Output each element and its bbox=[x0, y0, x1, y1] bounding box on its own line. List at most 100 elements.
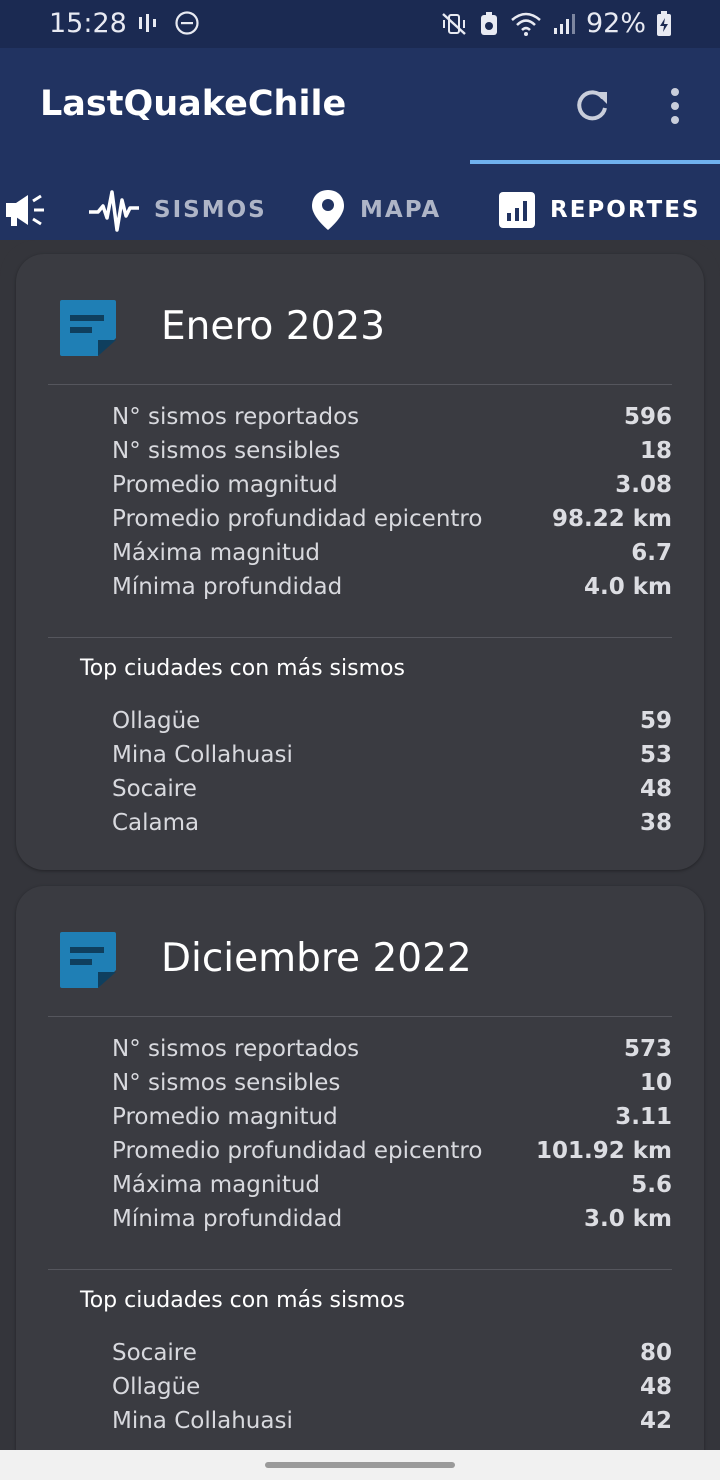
battery-percent: 92% bbox=[585, 8, 646, 39]
city-count: 48 bbox=[639, 1374, 672, 1400]
city-row: Ollagüe 59 bbox=[112, 706, 672, 740]
data-saver-icon bbox=[480, 11, 497, 35]
report-title: Diciembre 2022 bbox=[161, 936, 472, 981]
stats-list: N° sismos reportados 573 N° sismos sensib… bbox=[112, 1034, 672, 1238]
stat-row: N° sismos sensibles 10 bbox=[112, 1068, 672, 1102]
signal-icon bbox=[553, 13, 575, 34]
stat-label: N° sismos sensibles bbox=[112, 1070, 341, 1096]
stat-value: 98.22 km bbox=[551, 506, 672, 532]
home-gesture-handle[interactable] bbox=[265, 1462, 455, 1468]
stat-value: 10 bbox=[639, 1070, 672, 1096]
stat-value: 596 bbox=[623, 404, 672, 430]
stat-value: 3.11 bbox=[615, 1104, 672, 1130]
seismograph-icon bbox=[89, 190, 139, 232]
city-count: 59 bbox=[639, 708, 672, 734]
stat-label: N° sismos reportados bbox=[112, 404, 360, 430]
stat-label: Mínima profundidad bbox=[112, 1206, 343, 1232]
stat-value: 101.92 km bbox=[535, 1138, 672, 1164]
stat-value: 5.6 bbox=[631, 1172, 672, 1198]
megaphone-icon bbox=[6, 194, 44, 226]
map-pin-icon bbox=[312, 190, 344, 230]
active-tab-indicator bbox=[470, 160, 720, 164]
city-name: Mina Collahuasi bbox=[112, 1408, 293, 1434]
divider bbox=[48, 637, 672, 638]
app-bar: LastQuakeChile SISMOS MAPA REPORTES bbox=[0, 48, 720, 240]
tab-alerts[interactable] bbox=[4, 186, 48, 234]
stat-label: Promedio magnitud bbox=[112, 472, 338, 498]
city-count: 42 bbox=[639, 1408, 672, 1434]
refresh-button[interactable] bbox=[570, 84, 614, 128]
app-title: LastQuakeChile bbox=[40, 84, 347, 124]
stat-row: N° sismos reportados 596 bbox=[112, 402, 672, 436]
stats-list: N° sismos reportados 596 N° sismos sensib… bbox=[112, 402, 672, 606]
top-cities-title: Top ciudades con más sismos bbox=[80, 1288, 405, 1313]
stat-label: Mínima profundidad bbox=[112, 574, 343, 600]
city-name: Ollagüe bbox=[112, 1374, 201, 1400]
stat-row: Promedio magnitud 3.11 bbox=[112, 1102, 672, 1136]
city-row: Socaire 80 bbox=[112, 1338, 672, 1372]
stat-row: Promedio magnitud 3.08 bbox=[112, 470, 672, 504]
stat-value: 6.7 bbox=[631, 540, 672, 566]
city-count: 38 bbox=[639, 810, 672, 836]
top-cities-list: Socaire 80 Ollagüe 48 Mina Collahuasi 42 bbox=[112, 1338, 672, 1440]
stat-value: 573 bbox=[623, 1036, 672, 1062]
stat-label: Promedio magnitud bbox=[112, 1104, 338, 1130]
tab-sismos[interactable]: SISMOS bbox=[88, 186, 267, 234]
city-count: 48 bbox=[639, 776, 672, 802]
city-row: Mina Collahuasi 42 bbox=[112, 1406, 672, 1440]
stat-row: N° sismos reportados 573 bbox=[112, 1034, 672, 1068]
report-card[interactable]: Enero 2023 N° sismos reportados 596 N° si… bbox=[16, 254, 704, 870]
stat-row: Máxima magnitud 5.6 bbox=[112, 1170, 672, 1204]
status-time: 15:28 bbox=[49, 8, 127, 39]
status-bar: 15:28 92% bbox=[0, 0, 720, 48]
report-card[interactable]: Diciembre 2022 N° sismos reportados 573 N… bbox=[16, 886, 704, 1450]
stat-label: Promedio profundidad epicentro bbox=[112, 1138, 483, 1164]
wifi-icon bbox=[511, 12, 541, 36]
city-name: Mina Collahuasi bbox=[112, 742, 293, 768]
stat-row: Máxima magnitud 6.7 bbox=[112, 538, 672, 572]
battery-charging-icon bbox=[657, 10, 671, 36]
stat-label: N° sismos reportados bbox=[112, 1036, 360, 1062]
divider bbox=[48, 384, 672, 385]
reports-list[interactable]: Enero 2023 N° sismos reportados 596 N° si… bbox=[0, 240, 720, 1450]
stat-label: Máxima magnitud bbox=[112, 540, 321, 566]
city-name: Socaire bbox=[112, 1340, 197, 1366]
stat-value: 3.08 bbox=[615, 472, 672, 498]
city-row: Socaire 48 bbox=[112, 774, 672, 808]
city-count: 53 bbox=[639, 742, 672, 768]
top-cities-list: Ollagüe 59 Mina Collahuasi 53 Socaire 48 Ca… bbox=[112, 706, 672, 842]
stat-row: Mínima profundidad 3.0 km bbox=[112, 1204, 672, 1238]
do-not-disturb-icon bbox=[175, 11, 199, 35]
tab-reportes[interactable]: REPORTES bbox=[498, 186, 700, 234]
city-row: Mina Collahuasi 53 bbox=[112, 740, 672, 774]
overflow-menu-button[interactable] bbox=[660, 84, 690, 128]
divider bbox=[48, 1016, 672, 1017]
mute-vibrate-icon bbox=[442, 12, 466, 35]
stat-value: 3.0 km bbox=[583, 1206, 672, 1232]
city-name: Socaire bbox=[112, 776, 197, 802]
stat-value: 4.0 km bbox=[583, 574, 672, 600]
tab-sismos-label: SISMOS bbox=[154, 197, 267, 223]
tab-reportes-label: REPORTES bbox=[550, 197, 701, 223]
stat-value: 18 bbox=[639, 438, 672, 464]
tab-mapa[interactable]: MAPA bbox=[310, 186, 441, 234]
refresh-icon bbox=[577, 90, 607, 121]
report-document-icon bbox=[60, 300, 116, 356]
tab-mapa-label: MAPA bbox=[360, 197, 442, 223]
report-chart-icon bbox=[499, 192, 535, 228]
city-row: Calama 38 bbox=[112, 808, 672, 842]
report-title: Enero 2023 bbox=[161, 304, 386, 349]
city-name: Ollagüe bbox=[112, 708, 201, 734]
stat-label: Promedio profundidad epicentro bbox=[112, 506, 483, 532]
stat-row: N° sismos sensibles 18 bbox=[112, 436, 672, 470]
stat-row: Promedio profundidad epicentro 98.22 km bbox=[112, 504, 672, 538]
divider bbox=[48, 1269, 672, 1270]
city-count: 80 bbox=[639, 1340, 672, 1366]
overflow-menu-icon bbox=[671, 88, 679, 124]
stat-row: Mínima profundidad 4.0 km bbox=[112, 572, 672, 606]
city-row: Ollagüe 48 bbox=[112, 1372, 672, 1406]
network-activity-icon bbox=[139, 14, 156, 32]
tab-bar: SISMOS MAPA REPORTES bbox=[0, 160, 720, 240]
stat-label: Máxima magnitud bbox=[112, 1172, 321, 1198]
city-name: Calama bbox=[112, 810, 200, 836]
